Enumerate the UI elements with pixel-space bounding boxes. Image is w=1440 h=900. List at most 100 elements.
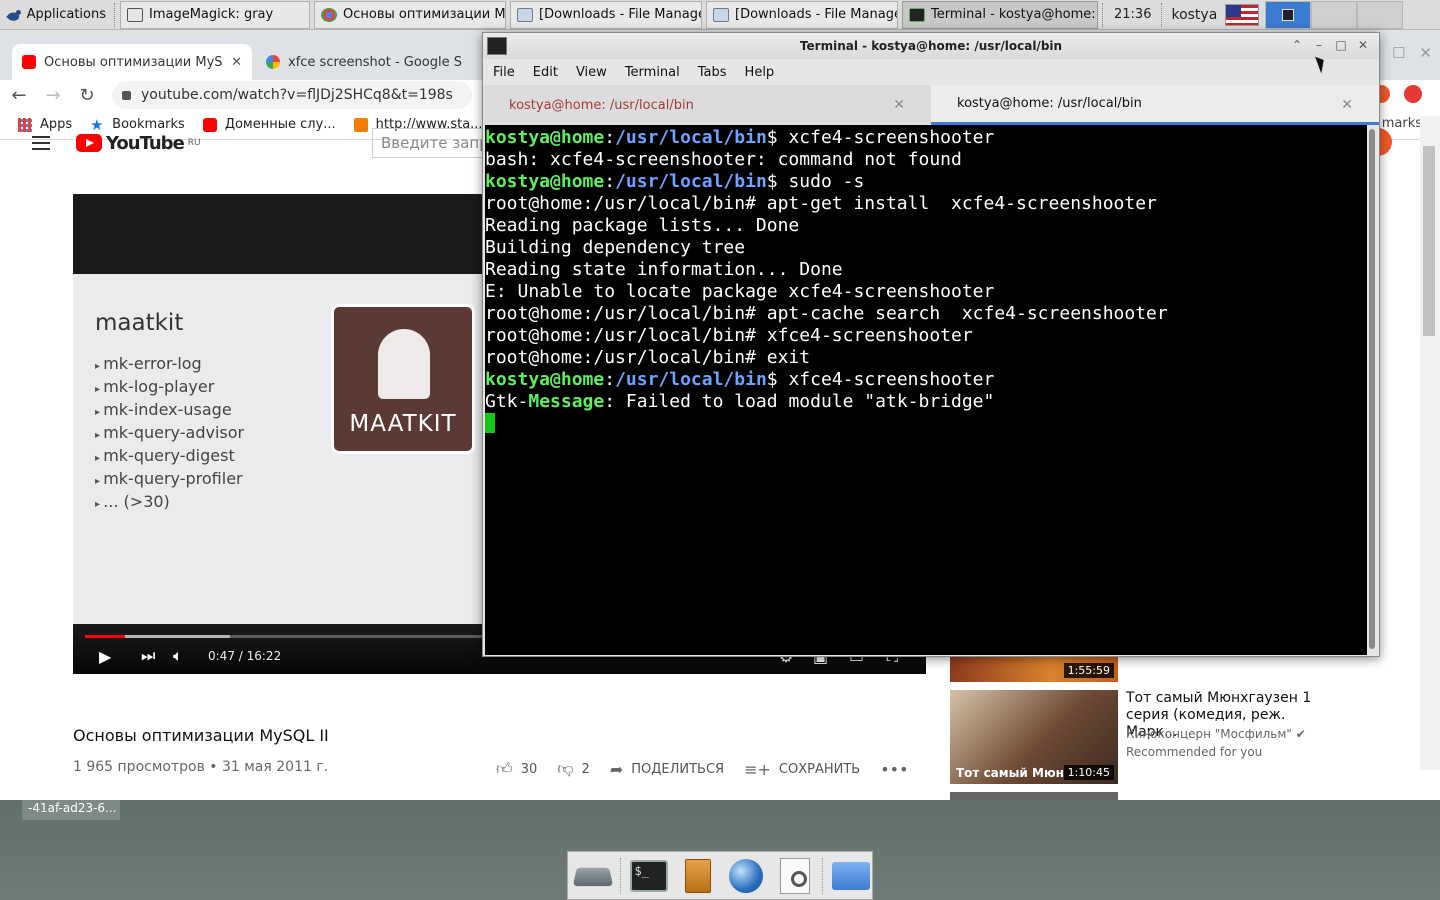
chrome-tab-google[interactable]: xfce screenshot - Google S — [256, 44, 481, 80]
dock-file-cabinet[interactable] — [677, 856, 719, 896]
workspace-2[interactable] — [1311, 0, 1358, 29]
slide-item: mk-query-profiler — [95, 469, 244, 492]
terminal-line: Reading state information... Done — [485, 259, 843, 280]
save-button[interactable]: ≡+ СОХРАНИТЬ — [744, 760, 860, 779]
terminal-screen[interactable]: kostya@home:/usr/local/bin$ xcfe4-screen… — [485, 125, 1367, 655]
reco-thumbnail[interactable] — [950, 792, 1118, 800]
youtube-search-input[interactable]: Введите запрос — [372, 128, 492, 158]
maximize-icon[interactable]: ☐ — [1392, 44, 1405, 62]
video-meta: 1 965 просмотров • 31 мая 2011 г. — [73, 759, 329, 775]
menu-icon[interactable] — [32, 136, 50, 150]
menu-help[interactable]: Help — [745, 65, 775, 80]
dock-terminal[interactable]: $_ — [628, 856, 670, 896]
youtube-logo[interactable]: YouTube RU — [76, 133, 201, 154]
minimize-icon[interactable]: – — [1309, 36, 1329, 54]
terminal-tab-1[interactable]: kostya@home: /usr/local/bin ✕ — [483, 85, 931, 125]
dock-web-browser[interactable] — [725, 856, 767, 896]
menu-tabs[interactable]: Tabs — [698, 65, 727, 80]
address-bar[interactable]: youtube.com/watch?v=flJDj2SHCq8&t=198s — [112, 81, 472, 109]
shade-icon[interactable]: ⌃ — [1287, 36, 1307, 54]
close-icon[interactable]: ✕ — [1341, 97, 1353, 113]
applications-menu[interactable]: Applications — [0, 0, 112, 30]
panel-separator — [114, 2, 116, 27]
dock-separator — [821, 857, 824, 894]
scrollbar-thumb[interactable] — [1369, 129, 1375, 649]
like-count: 30 — [520, 761, 538, 777]
command-text: $ xcfe4-screenshooter — [766, 127, 995, 148]
duration-badge: 1:55:59 — [1063, 663, 1114, 678]
terminal-menubar: File Edit View Terminal Tabs Help — [483, 59, 1379, 85]
share-icon: ➦ — [609, 759, 624, 779]
task-terminal[interactable]: Terminal - kostya@home: ... — [902, 0, 1098, 29]
next-icon[interactable]: ⏭ — [141, 646, 155, 666]
task-file-manager-2[interactable]: [Downloads - File Manager] — [706, 0, 898, 29]
maximize-icon[interactable]: □ — [1331, 36, 1351, 54]
dock-folder[interactable] — [830, 856, 872, 896]
task-chrome[interactable]: Основы оптимизации Му... — [314, 0, 506, 29]
reco-thumbnail[interactable]: Тот самый Мюн 1:10:45 — [950, 690, 1118, 784]
close-icon[interactable]: ✕ — [1353, 36, 1373, 54]
like-button[interactable]: 👍︎ 30 — [496, 759, 537, 779]
slide-list: mk-error-log mk-log-player mk-index-usag… — [95, 354, 244, 515]
terminal-line — [485, 413, 1367, 435]
task-label: [Downloads - File Manager] — [539, 7, 702, 22]
terminal-scrollbar[interactable] — [1367, 125, 1377, 655]
play-icon[interactable]: ▶ — [99, 647, 111, 666]
folder-icon — [713, 7, 729, 22]
slide-heading: maatkit — [95, 310, 184, 336]
menu-edit[interactable]: Edit — [533, 65, 558, 80]
dock-show-desktop[interactable] — [572, 856, 614, 896]
terminal-line: E: Unable to locate package xcfe4-screen… — [485, 281, 995, 302]
workspace-pager[interactable] — [1265, 0, 1404, 29]
menu-terminal[interactable]: Terminal — [625, 65, 680, 80]
close-icon[interactable]: ✕ — [231, 55, 242, 70]
duration-badge: 1:10:45 — [1063, 765, 1114, 780]
folder-icon — [831, 861, 870, 890]
chrome-icon — [321, 7, 337, 22]
task-imagemagick[interactable]: ImageMagick: gray — [120, 0, 310, 29]
menu-file[interactable]: File — [493, 65, 515, 80]
message-level: Message — [528, 391, 605, 412]
task-file-manager-1[interactable]: [Downloads - File Manager] — [510, 0, 702, 29]
maatkit-logo: MAATKIT — [331, 304, 475, 454]
terminal-titlebar[interactable]: Terminal - kostya@home: /usr/local/bin ⌃… — [483, 33, 1379, 59]
user-name[interactable]: kostya — [1165, 7, 1223, 23]
url-text: youtube.com/watch?v=flJDj2SHCq8&t=198s — [141, 87, 453, 103]
menu-view[interactable]: View — [576, 65, 607, 80]
terminal-line: kostya@home:/usr/local/bin$ xcfe4-screen… — [485, 127, 995, 148]
reload-icon[interactable]: ↻ — [78, 85, 96, 106]
time-display: 0:47 / 16:22 — [208, 649, 282, 663]
reco-channel[interactable]: Киноконцерн "Мосфильм" ✔ — [1126, 727, 1306, 741]
workspace-1[interactable] — [1265, 0, 1312, 29]
prompt-user: kostya@home — [485, 127, 605, 148]
forward-arrow-icon[interactable]: → — [44, 85, 62, 106]
terminal-line: root@home:/usr/local/bin# apt-get instal… — [485, 193, 1157, 214]
terminal-tab-2[interactable]: kostya@home: /usr/local/bin ✕ — [931, 85, 1379, 125]
chrome-tab-youtube[interactable]: Основы оптимизации MyS ✕ — [12, 44, 252, 80]
played-bar — [85, 635, 125, 638]
terminal-tab-label: kostya@home: /usr/local/bin — [957, 96, 1142, 111]
keyboard-layout-flag-icon[interactable] — [1225, 3, 1260, 26]
back-arrow-icon[interactable]: ← — [10, 85, 28, 106]
more-button[interactable]: ••• — [880, 760, 908, 779]
page-scrollbar[interactable] — [1420, 116, 1440, 770]
terminal-line: kostya@home:/usr/local/bin$ sudo -s — [485, 171, 865, 192]
extension-icon[interactable] — [1404, 85, 1422, 103]
message-text: : Failed to load module "atk-bridge" — [604, 391, 995, 412]
dock-app-finder[interactable] — [773, 856, 815, 896]
prompt-path: /usr/local/bin — [615, 127, 767, 148]
chrome-window-controls: ☐ ✕ — [1392, 44, 1432, 62]
volume-icon[interactable]: 🔈︎ — [173, 646, 183, 666]
desktop-file-label[interactable]: -41af-ad23-6... — [22, 798, 120, 820]
task-label: ImageMagick: gray — [149, 7, 274, 22]
workspace-3[interactable] — [1357, 0, 1404, 29]
dock-separator — [620, 857, 622, 894]
share-button[interactable]: ➦ ПОДЕЛИТЬСЯ — [610, 760, 724, 779]
share-label: ПОДЕЛИТЬСЯ — [631, 761, 725, 777]
close-icon[interactable]: ✕ — [893, 97, 905, 113]
dislike-button[interactable]: 👎︎ 2 — [557, 759, 590, 779]
scrollbar-thumb[interactable] — [1423, 146, 1435, 336]
clock[interactable]: 21:36 — [1106, 7, 1159, 22]
close-icon[interactable]: ✕ — [1419, 44, 1432, 62]
reco-reason: Recommended for you — [1126, 745, 1263, 759]
